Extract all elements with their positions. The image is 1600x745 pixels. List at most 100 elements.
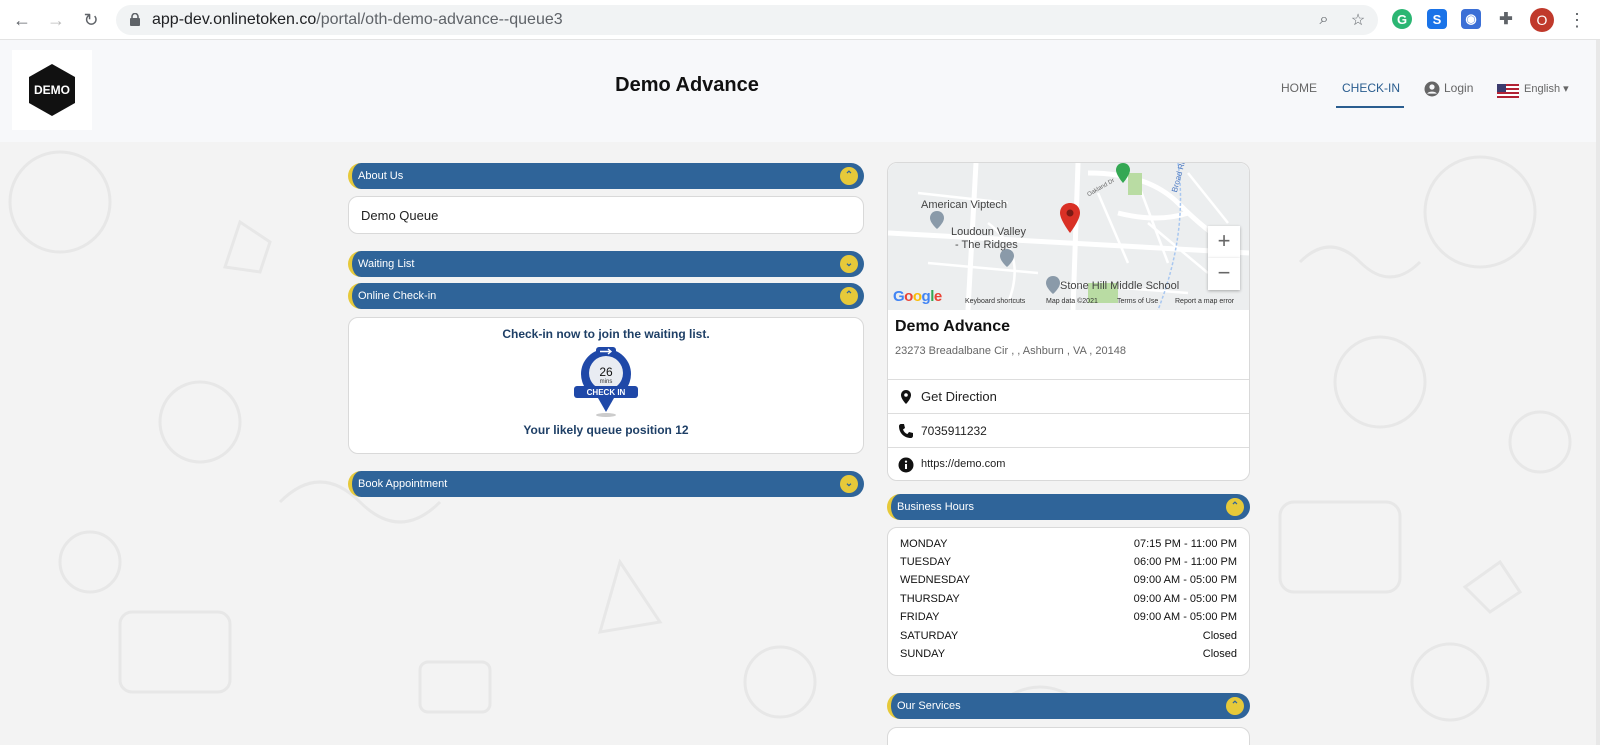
zoom-icon[interactable]: ⌕ <box>1314 10 1334 30</box>
business-hours-label: Business Hours <box>897 501 975 513</box>
site-header: DEMO Demo Advance HOME CHECK-IN Login En… <box>0 40 1596 142</box>
lock-icon <box>130 13 140 26</box>
chevron-down-icon[interactable]: ⌄ <box>840 475 858 493</box>
back-icon[interactable]: ← <box>10 8 34 32</box>
map-marker-icon[interactable] <box>1060 203 1080 233</box>
phone-number: 7035911232 <box>921 424 987 438</box>
our-services-card <box>887 727 1250 745</box>
hours-row: TUESDAY 06:00 PM - 11:00 PM <box>900 556 1237 572</box>
hours-row: FRIDAY 09:00 AM - 05:00 PM <box>900 611 1237 627</box>
school-pin-icon <box>1046 276 1060 294</box>
business-hours-header[interactable]: Business Hours ⌃ <box>887 494 1250 520</box>
hours-row: THURSDAY 09:00 AM - 05:00 PM <box>900 593 1237 609</box>
svg-text:CHECK IN: CHECK IN <box>587 388 626 397</box>
online-checkin-card: Check-in now to join the waiting list. 2… <box>348 317 864 454</box>
map-label-loudoun: Loudoun Valley <box>951 226 1027 238</box>
hours-row: WEDNESDAY 09:00 AM - 05:00 PM <box>900 574 1237 590</box>
about-us-label: About Us <box>358 170 404 182</box>
location-map[interactable]: American Viptech Loudoun Valley - The Ri… <box>888 163 1249 310</box>
page-scrollbar[interactable] <box>1596 40 1600 745</box>
chevron-up-icon[interactable]: ⌃ <box>840 167 858 185</box>
checkin-heading: Check-in now to join the waiting list. <box>502 327 710 341</box>
place-pin-icon <box>1000 249 1014 267</box>
hours-value: 06:00 PM - 11:00 PM <box>1133 556 1237 568</box>
about-us-header[interactable]: About Us ⌃ <box>348 163 864 189</box>
nav-login[interactable]: Login <box>1444 81 1473 95</box>
hours-row: SATURDAY Closed <box>900 630 1237 646</box>
nav-home[interactable]: HOME <box>1281 81 1317 95</box>
get-direction-row[interactable]: Get Direction <box>888 379 1249 413</box>
park-pin-icon <box>1116 163 1130 183</box>
our-services-header[interactable]: Our Services ⌃ <box>887 693 1250 719</box>
map-label-school: Stone Hill Middle School <box>1060 280 1180 292</box>
svg-text:26: 26 <box>599 365 613 379</box>
url-text: app-dev.onlinetoken.co/portal/oth-demo-a… <box>152 11 563 28</box>
logo-hexagon-icon: DEMO <box>29 64 75 116</box>
grammarly-extension-icon[interactable]: G <box>1392 9 1412 29</box>
day-label: SUNDAY <box>900 648 946 660</box>
hours-row: SUNDAY Closed <box>900 648 1237 664</box>
hours-value: Closed <box>1202 648 1237 660</box>
get-direction-label: Get Direction <box>921 389 997 404</box>
day-label: THURSDAY <box>900 593 960 605</box>
hours-value: 07:15 PM - 11:00 PM <box>1133 538 1237 550</box>
queue-position-text: Your likely queue position 12 <box>523 423 689 437</box>
nav-check-in[interactable]: CHECK-IN <box>1342 81 1400 95</box>
place-pin-icon <box>930 211 944 229</box>
about-us-card: Demo Queue <box>348 196 864 234</box>
hours-value: 09:00 AM - 05:00 PM <box>1133 593 1237 605</box>
forward-icon[interactable]: → <box>44 8 68 32</box>
day-label: SATURDAY <box>900 630 959 642</box>
chevron-up-icon[interactable]: ⌃ <box>1226 498 1244 516</box>
s-extension-icon[interactable]: S <box>1427 9 1447 29</box>
day-label: WEDNESDAY <box>900 574 971 586</box>
waiting-list-header[interactable]: Waiting List ⌄ <box>348 251 864 277</box>
hours-value: Closed <box>1202 630 1237 642</box>
map-label-viptech: American Viptech <box>921 199 1008 211</box>
browser-menu-icon[interactable]: ⋮ <box>1568 8 1586 32</box>
day-label: FRIDAY <box>900 611 940 623</box>
checkin-pin-icon: 26 mins CHECK IN <box>574 347 638 417</box>
day-label: TUESDAY <box>900 556 952 568</box>
chevron-up-icon[interactable]: ⌃ <box>1226 697 1244 715</box>
location-pin-icon <box>901 390 911 404</box>
hours-row: MONDAY 07:15 PM - 11:00 PM <box>900 538 1237 554</box>
user-circle-icon[interactable] <box>1424 81 1440 97</box>
business-name: Demo Advance <box>895 318 1010 335</box>
profile-avatar[interactable]: O <box>1530 8 1554 32</box>
demo-logo[interactable]: DEMO <box>12 50 92 130</box>
reload-icon[interactable]: ↻ <box>79 8 103 32</box>
us-flag-icon <box>1497 84 1519 98</box>
website-link[interactable]: https://demo.com <box>921 458 1005 470</box>
map-keyboard-shortcuts-link[interactable]: Keyboard shortcuts <box>965 298 1025 305</box>
extensions-puzzle-icon[interactable]: ✚ <box>1496 9 1516 29</box>
website-row[interactable]: https://demo.com <box>888 447 1249 480</box>
map-terms-link[interactable]: Terms of Use <box>1117 298 1158 305</box>
map-zoom-in-button[interactable]: + <box>1208 226 1240 258</box>
address-bar[interactable]: app-dev.onlinetoken.co/portal/oth-demo-a… <box>116 5 1378 35</box>
bookmark-star-icon[interactable]: ☆ <box>1348 10 1368 30</box>
business-address: 23273 Breadalbane Cir , , Ashburn , VA ,… <box>895 345 1126 357</box>
hours-value: 09:00 AM - 05:00 PM <box>1133 574 1237 586</box>
google-logo: Google <box>893 288 942 305</box>
waiting-list-label: Waiting List <box>358 258 415 270</box>
screen-record-extension-icon[interactable]: ◉ <box>1461 9 1481 29</box>
phone-row[interactable]: 7035911232 <box>888 413 1249 447</box>
day-label: MONDAY <box>900 538 948 550</box>
checkin-button[interactable]: 26 mins CHECK IN <box>573 347 639 419</box>
map-zoom-out-button[interactable]: − <box>1208 258 1240 290</box>
browser-toolbar: ← → ↻ app-dev.onlinetoken.co/portal/oth-… <box>0 0 1600 40</box>
svg-text:mins: mins <box>600 379 613 385</box>
chevron-down-icon[interactable]: ⌄ <box>840 255 858 273</box>
about-us-text: Demo Queue <box>361 208 439 223</box>
language-selector[interactable]: English ▾ <box>1524 82 1569 95</box>
online-checkin-label: Online Check-in <box>358 290 437 302</box>
book-appointment-label: Book Appointment <box>358 478 448 490</box>
info-icon <box>898 457 914 473</box>
nav-active-indicator <box>1336 106 1404 108</box>
hours-value: 09:00 AM - 05:00 PM <box>1133 611 1237 623</box>
map-report-error-link[interactable]: Report a map error <box>1175 298 1234 305</box>
online-checkin-header[interactable]: Online Check-in ⌃ <box>348 283 864 309</box>
chevron-up-icon[interactable]: ⌃ <box>840 287 858 305</box>
book-appointment-header[interactable]: Book Appointment ⌄ <box>348 471 864 497</box>
